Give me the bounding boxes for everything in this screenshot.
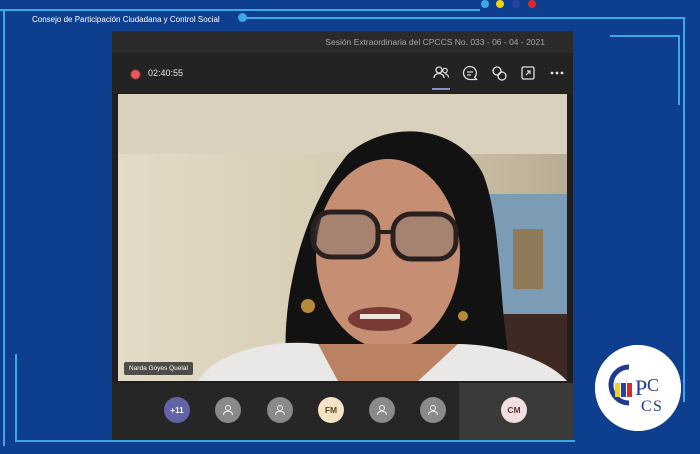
person-icon	[275, 405, 285, 416]
participant-avatar[interactable]	[267, 397, 293, 423]
frame-line	[678, 35, 680, 105]
share-tray-icon[interactable]	[518, 63, 538, 83]
chat-icon[interactable]	[460, 63, 480, 83]
participant-avatar[interactable]	[215, 397, 241, 423]
person-icon	[223, 405, 233, 416]
recording-indicator-icon	[130, 69, 141, 80]
person-icon	[428, 405, 438, 416]
pinned-participant-tile[interactable]: CM	[459, 383, 573, 440]
frame-line	[683, 17, 685, 402]
frame-line	[15, 440, 575, 442]
flag-dot-yellow	[496, 0, 504, 8]
reactions-icon[interactable]	[489, 63, 509, 83]
participant-avatar[interactable]	[369, 397, 395, 423]
svg-text:P: P	[635, 375, 647, 400]
organization-name: Consejo de Participación Ciudadana y Con…	[32, 15, 220, 24]
pinned-participant-initials: CM	[501, 397, 527, 423]
frame-dot	[238, 13, 247, 22]
svg-text:S: S	[653, 398, 662, 415]
participant-avatar-initials[interactable]: FM	[318, 397, 344, 423]
flag-dot-red	[528, 0, 536, 8]
svg-text:C: C	[647, 375, 659, 395]
speaker-video-frame	[118, 94, 567, 381]
more-options-icon[interactable]	[547, 63, 567, 83]
frame-line	[15, 354, 17, 440]
person-icon	[377, 405, 387, 416]
speaker-video: Narda Goyes Quelal	[118, 94, 567, 381]
svg-text:C: C	[641, 398, 652, 415]
speaker-name-tag: Narda Goyes Quelal	[124, 362, 193, 375]
frame-line	[3, 11, 5, 446]
active-tab-indicator	[432, 88, 450, 90]
meeting-window: Sesión Extraordinaria del CPCCS No. 033 …	[112, 31, 573, 440]
frame-line	[0, 9, 480, 11]
participants-strip: +11 FM CM	[112, 383, 573, 440]
meeting-toolbar: 02:40:55	[112, 53, 573, 93]
frame-line	[243, 17, 683, 19]
participant-avatar[interactable]	[420, 397, 446, 423]
meeting-title: Sesión Extraordinaria del CPCCS No. 033 …	[325, 37, 545, 47]
frame-line	[610, 35, 680, 37]
overflow-participants-button[interactable]: +11	[164, 397, 190, 423]
cpccs-logo-mark: P C C S	[595, 345, 681, 431]
cpccs-logo: P C C S	[595, 345, 681, 431]
flag-dot-blue	[512, 0, 520, 8]
title-bar: Sesión Extraordinaria del CPCCS No. 033 …	[112, 31, 573, 53]
participants-icon[interactable]	[431, 63, 451, 83]
flag-dot	[481, 0, 489, 8]
meeting-timer: 02:40:55	[148, 68, 184, 78]
